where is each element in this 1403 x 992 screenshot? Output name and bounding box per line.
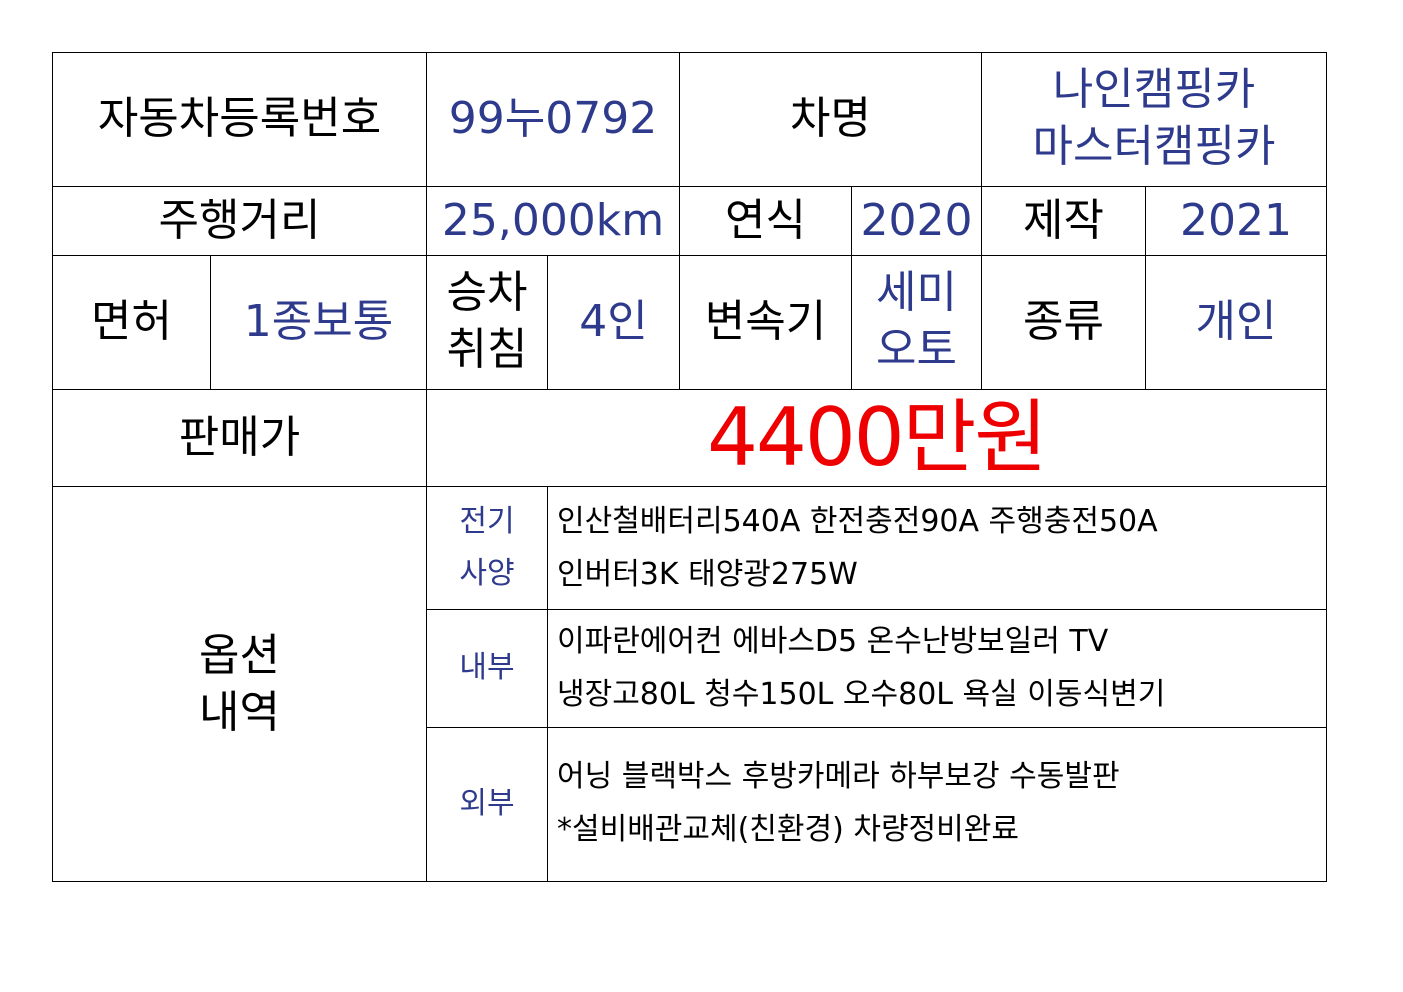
price-value-cell: 4400만원 bbox=[427, 390, 1326, 486]
price-label: 판매가 bbox=[178, 411, 301, 463]
car-name-value-cell: 나인캠핑카 마스터캠핑카 bbox=[982, 50, 1326, 186]
options-label-line2: 내역 bbox=[199, 687, 280, 738]
transmission-label: 변속기 bbox=[704, 296, 827, 348]
interior-label-cell: 내부 bbox=[427, 610, 547, 727]
exterior-spec-line2: *설비배관교체(친환경) 차량정비완료 bbox=[557, 812, 1019, 847]
transmission-value-line1: 세미 bbox=[876, 266, 957, 318]
model-year-label-cell: 연식 bbox=[680, 187, 851, 255]
options-label-cell: 옵션 내역 bbox=[53, 487, 426, 881]
car-name-label-cell: 차명 bbox=[680, 53, 981, 186]
license-value-cell: 1종보통 bbox=[211, 256, 426, 389]
build-value-cell: 2021 bbox=[1146, 187, 1326, 255]
model-year-value-cell: 2020 bbox=[852, 187, 981, 255]
registration-label-cell: 자동차등록번호 bbox=[53, 53, 426, 186]
exterior-spec-text: 어닝 블랙박스 후방카메라 하부보강 수동발판 *설비배관교체(친환경) 차량정… bbox=[557, 750, 1317, 856]
table-border bbox=[426, 609, 1327, 610]
table-border bbox=[547, 486, 548, 882]
exterior-spec-line1: 어닝 블랙박스 후방카메라 하부보강 수동발판 bbox=[557, 759, 1120, 794]
options-label-line1: 옵션 bbox=[199, 629, 280, 681]
model-year-label: 연식 bbox=[725, 194, 806, 246]
model-year-value: 2020 bbox=[860, 194, 973, 246]
seating-label-line2: 취침 bbox=[446, 324, 528, 375]
electric-spec-line2: 인버터3K 태양광275W bbox=[557, 557, 858, 592]
electric-label-line2: 사양 bbox=[459, 556, 515, 591]
price-value: 4400만원 bbox=[707, 391, 1048, 484]
build-label: 제작 bbox=[1023, 194, 1104, 246]
electric-spec-text: 인산철배터리540A 한전충전90A 주행충전50A 인버터3K 태양광275W bbox=[557, 495, 1317, 601]
price-label-cell: 판매가 bbox=[53, 390, 426, 486]
interior-spec-text: 이파란에어컨 에바스D5 온수난방보일러 TV 냉장고80L 청수150L 오수… bbox=[557, 615, 1317, 721]
type-value: 개인 bbox=[1195, 296, 1277, 348]
mileage-label-cell: 주행거리 bbox=[53, 187, 426, 255]
mileage-value: 25,000km bbox=[441, 194, 665, 246]
electric-label-line1: 전기 bbox=[459, 503, 515, 539]
exterior-label: 외부 bbox=[459, 786, 515, 822]
car-name-label: 차명 bbox=[790, 93, 871, 145]
table-border bbox=[1326, 52, 1327, 882]
car-name-line1: 나인캠핑카 bbox=[1052, 63, 1256, 115]
mileage-value-cell: 25,000km bbox=[427, 187, 679, 255]
license-label: 면허 bbox=[91, 296, 172, 348]
license-label-cell: 면허 bbox=[53, 256, 210, 389]
seating-value-cell: 4인 bbox=[548, 256, 679, 389]
registration-label: 자동차등록번호 bbox=[97, 93, 382, 145]
table-border bbox=[426, 727, 1327, 728]
registration-value: 99누0792 bbox=[448, 93, 658, 145]
seating-label-cell: 승차 취침 bbox=[427, 253, 547, 389]
car-name-line2: 마스터캠핑카 bbox=[1032, 121, 1276, 172]
license-value: 1종보통 bbox=[243, 296, 394, 348]
type-value-cell: 개인 bbox=[1146, 256, 1326, 389]
seating-value: 4인 bbox=[579, 296, 648, 348]
interior-spec-line2: 냉장고80L 청수150L 오수80L 욕실 이동식변기 bbox=[557, 677, 1166, 712]
transmission-value-cell: 세미 오토 bbox=[852, 253, 981, 389]
transmission-value-line2: 오토 bbox=[876, 324, 957, 375]
type-label-cell: 종류 bbox=[982, 256, 1145, 389]
interior-label: 내부 bbox=[459, 650, 515, 686]
type-label: 종류 bbox=[1023, 296, 1104, 348]
vehicle-spec-sheet: 자동차등록번호 99누0792 차명 나인캠핑카 마스터캠핑카 주행거리 25,… bbox=[0, 0, 1403, 992]
seating-label-line1: 승차 bbox=[446, 266, 528, 318]
exterior-label-cell: 외부 bbox=[427, 728, 547, 881]
electric-spec-line1: 인산철배터리540A 한전충전90A 주행충전50A bbox=[557, 504, 1158, 539]
transmission-label-cell: 변속기 bbox=[680, 256, 851, 389]
build-value: 2021 bbox=[1180, 194, 1292, 246]
electric-label-cell: 전기 사양 bbox=[427, 493, 547, 603]
table-border bbox=[52, 881, 1327, 882]
interior-spec-line1: 이파란에어컨 에바스D5 온수난방보일러 TV bbox=[557, 624, 1109, 659]
build-label-cell: 제작 bbox=[982, 187, 1145, 255]
mileage-label: 주행거리 bbox=[158, 194, 321, 246]
registration-value-cell: 99누0792 bbox=[427, 53, 679, 186]
